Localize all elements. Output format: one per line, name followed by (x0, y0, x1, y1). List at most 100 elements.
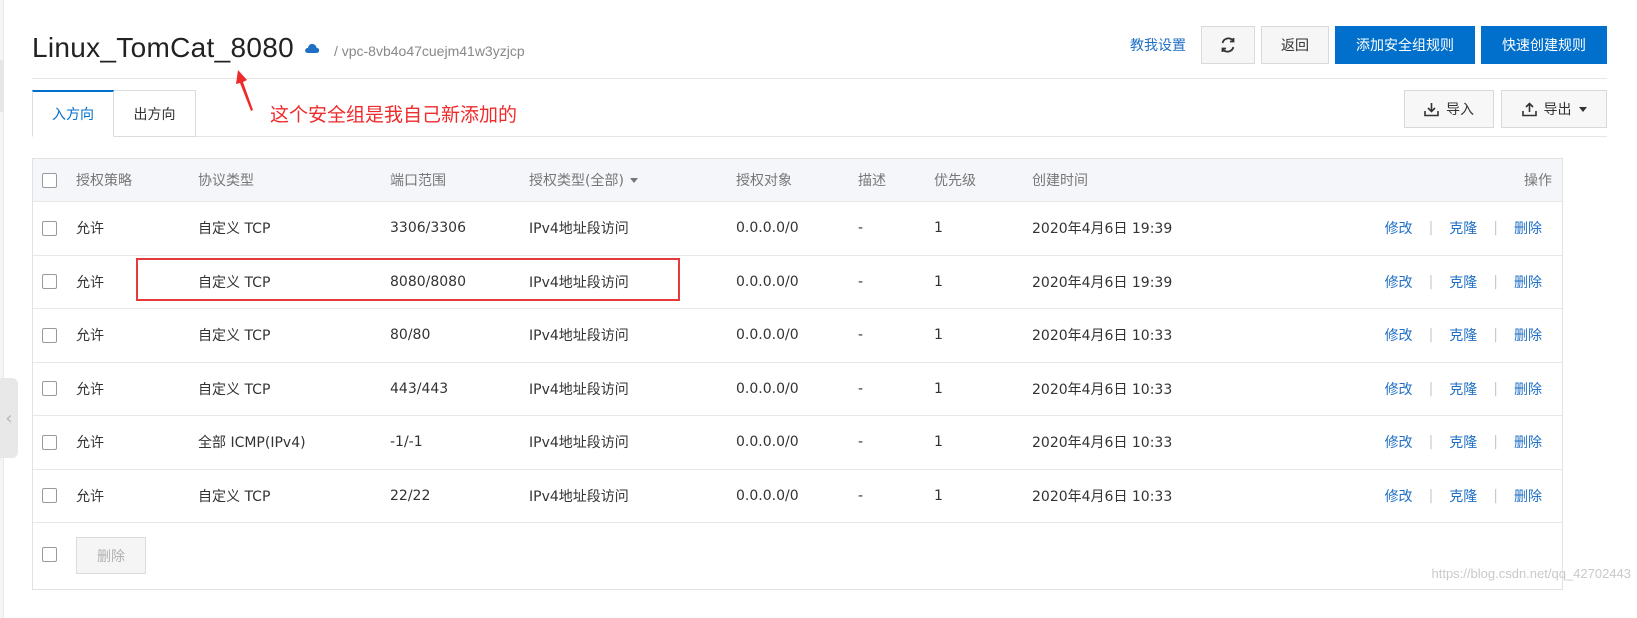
download-icon (1424, 102, 1439, 116)
batch-delete-button[interactable]: 删除 (76, 537, 146, 574)
cell-priority: 1 (934, 380, 943, 397)
cell-priority: 1 (934, 487, 943, 504)
cell-protocol: 全部 ICMP(IPv4) (198, 435, 306, 452)
cell-priority: 1 (934, 220, 943, 237)
cell-target: 0.0.0.0/0 (736, 434, 799, 451)
cell-created: 2020年4月6日 10:33 (1032, 435, 1173, 452)
column-header-protocol: 协议类型 (198, 173, 254, 189)
row-checkbox-cell[interactable] (42, 309, 57, 362)
clone-link[interactable]: 克隆 (1449, 432, 1477, 452)
vpc-id: / vpc-8vb4o47cuejm41w3yzjcp (333, 43, 525, 59)
cell-description: - (858, 220, 864, 237)
row-checkbox[interactable] (42, 488, 57, 504)
export-label: 导出 (1543, 102, 1572, 118)
cell-port: 22/22 (390, 487, 431, 504)
row-checkbox-cell[interactable] (42, 470, 57, 523)
delete-link[interactable]: 删除 (1514, 325, 1542, 345)
cell-created: 2020年4月6日 19:39 (1032, 274, 1173, 291)
row-checkbox-cell[interactable] (42, 256, 57, 309)
direction-tabs: 入方向 出方向 (32, 90, 196, 137)
tab-outbound[interactable]: 出方向 (114, 90, 196, 137)
row-checkbox[interactable] (42, 434, 57, 450)
annotation-highlight-box (136, 258, 680, 301)
cell-auth-type: IPv4地址段访问 (529, 435, 629, 452)
watermark: https://blog.csdn.net/qq_42702443 (1431, 566, 1632, 581)
quick-create-rule-button[interactable]: 快速创建规则 (1481, 26, 1607, 64)
annotation-arrow-icon (236, 70, 253, 111)
clone-link[interactable]: 克隆 (1449, 379, 1477, 399)
row-checkbox-cell[interactable] (42, 202, 57, 255)
cell-target: 0.0.0.0/0 (736, 327, 799, 344)
row-operations: 修改 | 克隆 | 删除 (1384, 272, 1542, 292)
tab-inbound[interactable]: 入方向 (32, 90, 114, 137)
table-tools: 导入 导出 (1397, 90, 1607, 128)
cell-policy: 允许 (76, 274, 104, 291)
select-all-checkbox-cell[interactable] (42, 159, 57, 201)
delete-link[interactable]: 删除 (1514, 218, 1542, 238)
table-header-row: 授权策略 协议类型 端口范围 授权类型(全部) 授权对象 描述 优先级 创建时间… (33, 159, 1562, 202)
row-operations: 修改 | 克隆 | 删除 (1384, 432, 1542, 452)
clone-link[interactable]: 克隆 (1449, 218, 1477, 238)
delete-link[interactable]: 删除 (1514, 432, 1542, 452)
annotation-text: 这个安全组是我自己新添加的 (270, 104, 518, 126)
edit-link[interactable]: 修改 (1385, 486, 1413, 506)
delete-link[interactable]: 删除 (1514, 272, 1542, 292)
clone-link[interactable]: 克隆 (1449, 486, 1477, 506)
row-operations: 修改 | 克隆 | 删除 (1384, 486, 1542, 506)
cell-target: 0.0.0.0/0 (736, 220, 799, 237)
edit-link[interactable]: 修改 (1385, 218, 1413, 238)
clone-link[interactable]: 克隆 (1449, 272, 1477, 292)
cell-created: 2020年4月6日 10:33 (1032, 328, 1173, 345)
cell-policy: 允许 (76, 381, 104, 398)
column-header-auth-type-filter[interactable]: 授权类型(全部) (529, 159, 638, 201)
delete-link[interactable]: 删除 (1514, 486, 1542, 506)
cell-created: 2020年4月6日 19:39 (1032, 221, 1173, 238)
cell-policy: 允许 (76, 328, 104, 345)
select-all-checkbox[interactable] (42, 172, 57, 188)
row-checkbox[interactable] (42, 381, 57, 397)
cell-target: 0.0.0.0/0 (736, 487, 799, 504)
help-setup-link[interactable]: 教我设置 (1130, 35, 1186, 55)
footer-select-all-checkbox[interactable] (42, 547, 57, 562)
row-checkbox-cell[interactable] (42, 416, 57, 469)
cell-auth-type: IPv4地址段访问 (529, 221, 629, 238)
cell-description: - (858, 487, 864, 504)
cell-port: 3306/3306 (390, 220, 466, 237)
edit-link[interactable]: 修改 (1385, 325, 1413, 345)
header-actions: 教我设置 返回 添加安全组规则 快速创建规则 (1130, 25, 1607, 65)
cell-port: -1/-1 (390, 434, 423, 451)
delete-link[interactable]: 删除 (1514, 379, 1542, 399)
cell-protocol: 自定义 TCP (198, 221, 271, 238)
refresh-button[interactable] (1201, 26, 1255, 64)
import-button[interactable]: 导入 (1404, 90, 1494, 128)
row-checkbox-cell[interactable] (42, 363, 57, 416)
back-button[interactable]: 返回 (1261, 26, 1329, 64)
cell-policy: 允许 (76, 488, 104, 505)
row-checkbox[interactable] (42, 220, 57, 236)
edit-link[interactable]: 修改 (1385, 379, 1413, 399)
edit-link[interactable]: 修改 (1385, 272, 1413, 292)
table-row: 允许 自定义 TCP 443/443 IPv4地址段访问 0.0.0.0/0 -… (33, 363, 1562, 416)
add-security-rule-button[interactable]: 添加安全组规则 (1335, 26, 1475, 64)
row-checkbox[interactable] (42, 274, 57, 290)
cell-policy: 允许 (76, 221, 104, 238)
export-dropdown-button[interactable]: 导出 (1501, 90, 1607, 128)
column-header-operations: 操作 (1524, 173, 1552, 189)
cell-port: 80/80 (390, 327, 431, 344)
cell-created: 2020年4月6日 10:33 (1032, 381, 1173, 398)
row-operations: 修改 | 克隆 | 删除 (1384, 379, 1542, 399)
table-row: 允许 自定义 TCP 80/80 IPv4地址段访问 0.0.0.0/0 - 1… (33, 309, 1562, 363)
clone-link[interactable]: 克隆 (1449, 325, 1477, 345)
table-row: 允许 自定义 TCP 3306/3306 IPv4地址段访问 0.0.0.0/0… (33, 202, 1562, 256)
upload-icon (1521, 101, 1537, 116)
table-footer: 删除 (32, 522, 1563, 590)
cell-auth-type: IPv4地址段访问 (529, 381, 629, 398)
row-checkbox[interactable] (42, 327, 57, 343)
column-header-description: 描述 (858, 173, 886, 189)
auth-type-filter-label: 授权类型(全部) (529, 173, 624, 189)
cell-port: 443/443 (390, 380, 449, 397)
cell-target: 0.0.0.0/0 (736, 380, 799, 397)
cell-priority: 1 (934, 273, 943, 290)
sidebar-collapse-handle[interactable]: ‹ (0, 378, 18, 458)
edit-link[interactable]: 修改 (1385, 432, 1413, 452)
